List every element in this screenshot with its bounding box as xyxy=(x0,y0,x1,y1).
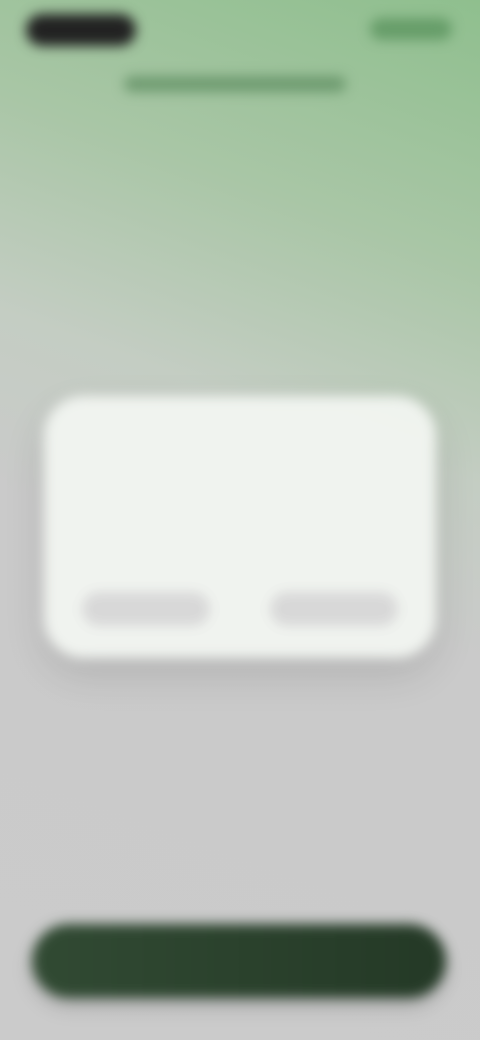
modal-secondary-button[interactable] xyxy=(82,592,210,626)
status-icons-pill xyxy=(370,18,452,40)
status-time-pill xyxy=(26,14,136,46)
primary-cta-button[interactable] xyxy=(32,924,446,998)
page-title xyxy=(124,76,346,92)
blurred-screen xyxy=(0,0,480,1040)
modal-primary-button[interactable] xyxy=(270,592,398,626)
modal-card xyxy=(44,396,436,658)
